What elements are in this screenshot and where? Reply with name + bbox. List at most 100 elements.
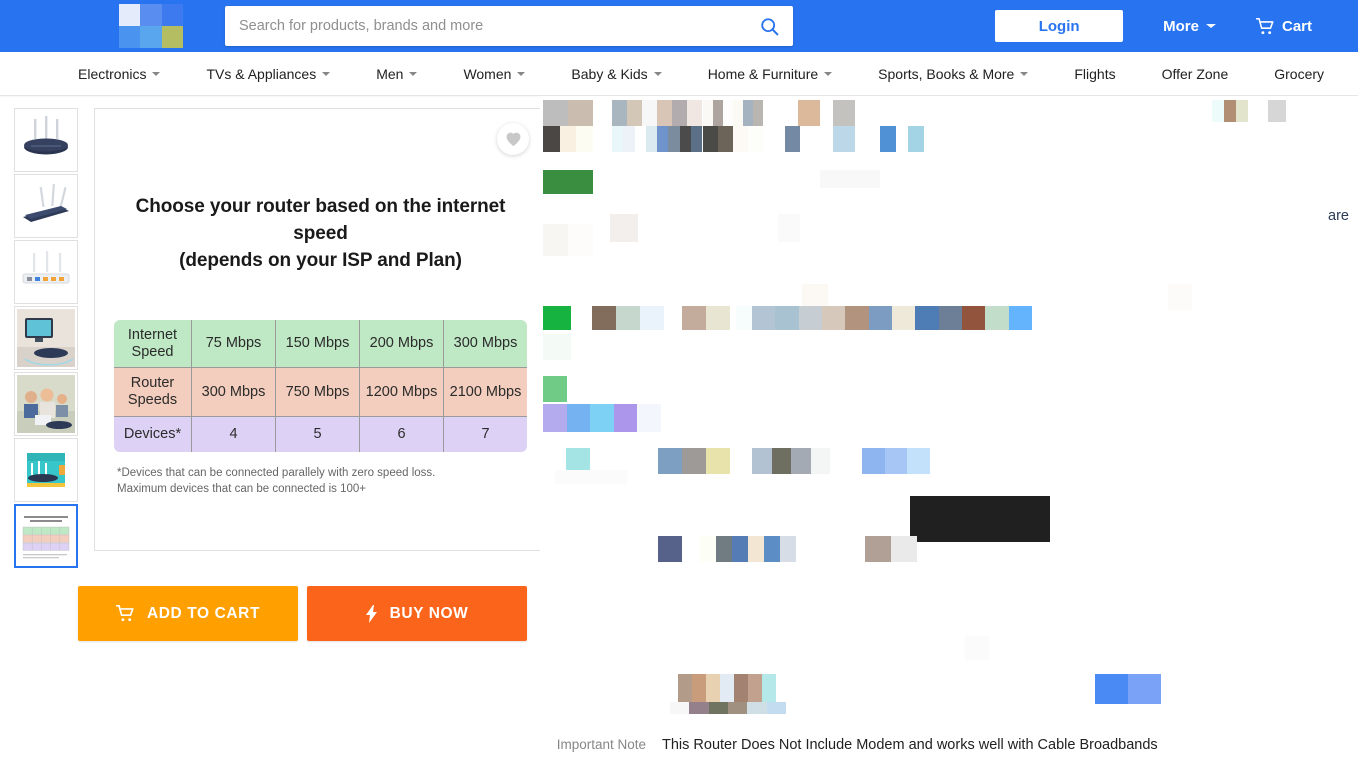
redaction-segment — [884, 448, 908, 474]
redacted-swatch-b — [908, 126, 924, 152]
redaction-segment — [658, 448, 682, 474]
logo-tile-5 — [140, 26, 162, 48]
search-bar[interactable] — [225, 6, 793, 46]
redacted-spec-row-1c — [682, 306, 730, 330]
nav-item-tvs-appliances[interactable]: TVs & Appliances — [206, 66, 331, 82]
redaction-segment — [1268, 100, 1286, 122]
bolt-icon — [365, 604, 377, 623]
chevron-down-icon — [409, 71, 418, 76]
search-input[interactable] — [225, 18, 745, 34]
table-row: Internet Speed 75 Mbps 150 Mbps 200 Mbps 300… — [114, 319, 527, 369]
redaction-segment — [543, 306, 571, 330]
action-buttons: ADD TO CART BUY NOW — [78, 586, 540, 641]
redaction-segment — [678, 674, 692, 704]
redaction-segment — [771, 448, 791, 474]
table-row: Devices* 4 5 6 7 — [114, 415, 527, 452]
redacted-faint-block-f — [1168, 284, 1192, 310]
redacted-media-row — [658, 536, 682, 562]
main-product-image: Choose your router based on the internet… — [94, 108, 547, 551]
redaction-segment — [543, 170, 593, 194]
redaction-segment — [833, 100, 855, 126]
table-cell: 6 — [359, 415, 444, 452]
nav-item-home-furniture[interactable]: Home & Furniture — [708, 66, 833, 82]
redaction-segment — [610, 214, 638, 242]
redacted-price-chip — [785, 126, 800, 152]
logo-tile-1 — [119, 4, 141, 26]
chevron-down-icon — [653, 71, 662, 76]
redacted-media-tile — [910, 496, 1050, 542]
search-button[interactable] — [745, 6, 793, 46]
redaction-segment — [590, 404, 614, 432]
nav-item-flights[interactable]: Flights — [1074, 66, 1115, 82]
nav-item-label: Baby & Kids — [571, 65, 648, 82]
redacted-assured-badge — [543, 170, 593, 194]
buy-now-button[interactable]: BUY NOW — [307, 586, 527, 641]
login-button[interactable]: Login — [995, 10, 1124, 42]
nav-item-baby-kids[interactable]: Baby & Kids — [571, 65, 662, 82]
logo-tile-6 — [161, 26, 183, 48]
nav-item-grocery[interactable]: Grocery — [1274, 66, 1324, 82]
more-menu[interactable]: More — [1163, 18, 1216, 35]
search-icon — [760, 17, 778, 35]
redaction-segment — [592, 306, 616, 330]
site-logo[interactable] — [119, 4, 183, 48]
thumbnail-speed-comparison-chart[interactable] — [14, 504, 78, 568]
chevron-down-icon — [322, 71, 331, 76]
redaction-segment — [687, 100, 702, 126]
redaction-segment — [798, 306, 822, 330]
thumbnail-family-using-wifi[interactable] — [14, 372, 78, 436]
thumbnail-retail-box-packaging[interactable] — [14, 438, 78, 502]
thumbnail-router-side-angle[interactable] — [14, 174, 78, 238]
nav-item-label: Sports, Books & More — [878, 65, 1015, 82]
redaction-segment — [566, 404, 591, 432]
nav-item-electronics[interactable]: Electronics — [78, 66, 161, 82]
nav-item-women[interactable]: Women — [463, 65, 526, 82]
redaction-segment — [692, 674, 706, 704]
table-cell: 200 Mbps — [359, 319, 444, 369]
nav-item-offer-zone[interactable]: Offer Zone — [1162, 66, 1229, 82]
nav-item-sports-books-more[interactable]: Sports, Books & More — [878, 65, 1029, 82]
redaction-segment — [733, 126, 748, 152]
redaction-segment — [907, 448, 930, 474]
redacted-thumb-row-4 — [862, 448, 930, 474]
redacted-faint-block-b — [543, 224, 593, 256]
speed-comparison-table: Internet Speed 75 Mbps 150 Mbps 200 Mbps 300… — [113, 318, 528, 453]
redaction-segment — [732, 100, 743, 126]
redaction-segment — [727, 702, 748, 714]
redacted-rating-line — [543, 126, 593, 152]
add-to-cart-button[interactable]: ADD TO CART — [78, 586, 298, 641]
redacted-offer-row — [678, 674, 776, 704]
redaction-segment — [833, 126, 855, 152]
redacted-badge-chip — [833, 100, 855, 126]
important-note-text: This Router Does Not Include Modem and w… — [662, 737, 1158, 753]
category-nav: Electronics TVs & Appliances Men Women Baby … — [0, 52, 1358, 96]
thumbnail-router-desk-lifestyle[interactable] — [14, 306, 78, 370]
chevron-down-icon — [152, 71, 161, 76]
thumbnail-router-rear-ports[interactable] — [14, 240, 78, 304]
cart-label: Cart — [1281, 17, 1312, 35]
redaction-segment — [778, 214, 800, 242]
wishlist-button[interactable] — [497, 123, 529, 155]
redaction-segment — [752, 100, 763, 126]
table-row: Router Speeds 300 Mbps 750 Mbps 1200 Mbps 21… — [114, 367, 527, 417]
chevron-down-icon — [1020, 71, 1029, 76]
redaction-segment — [891, 536, 917, 562]
table-cell: 750 Mbps — [275, 367, 360, 417]
thumbnail-router-front-angle[interactable] — [14, 108, 78, 172]
redaction-segment — [718, 126, 733, 152]
cart-link[interactable]: Cart — [1255, 17, 1312, 35]
table-cell: 4 — [191, 415, 276, 452]
redaction-segment — [862, 448, 885, 474]
nav-item-men[interactable]: Men — [376, 66, 418, 82]
nav-item-label: Women — [463, 65, 512, 82]
redaction-segment — [1095, 674, 1128, 704]
redaction-segment — [568, 100, 593, 126]
infographic-title: Choose your router based on the internet… — [113, 194, 528, 275]
redaction-segment — [752, 448, 772, 474]
site-header: Login More Cart — [0, 0, 1358, 52]
redaction-segment — [910, 496, 1050, 542]
redacted-faint-block-a — [820, 170, 880, 188]
redaction-segment — [668, 126, 680, 152]
redaction-segment — [732, 536, 748, 562]
redacted-faint-strip — [555, 470, 627, 484]
